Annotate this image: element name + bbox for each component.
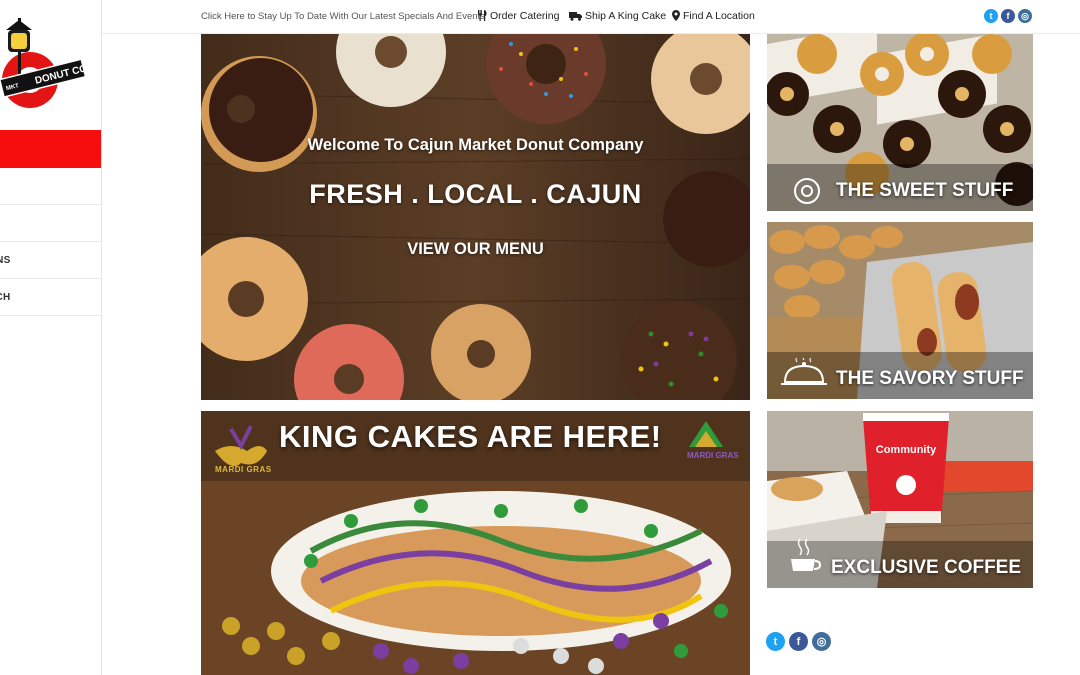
page: MKT DONUT CO. ONS RCH Click Here to Stay…	[0, 0, 1080, 675]
cloche-icon	[781, 358, 827, 385]
facebook-icon[interactable]: f	[1001, 9, 1015, 23]
order-catering-link[interactable]: Order Catering	[477, 10, 559, 22]
hero-banner[interactable]: Welcome To Cajun Market Donut Company FR…	[201, 34, 750, 400]
twitter-icon[interactable]: t	[984, 9, 998, 23]
coffee-cup-icon	[791, 538, 821, 571]
footer-social-links: t f ◎	[766, 632, 831, 651]
top-bar: Click Here to Stay Up To Date With Our L…	[102, 0, 1080, 34]
sweet-stuff-label: THE SWEET STUFF	[836, 180, 1014, 201]
brand-logo[interactable]: MKT DONUT CO.	[0, 8, 102, 118]
sweet-stuff-tile[interactable]: THE SWEET STUFF	[767, 34, 1033, 211]
newsletter-link[interactable]: Click Here to Stay Up To Date With Our L…	[201, 11, 485, 22]
map-pin-icon	[672, 10, 680, 21]
order-catering-label: Order Catering	[490, 10, 560, 22]
mardi-gras-badge-left: MARDI GRAS	[215, 465, 272, 474]
truck-icon	[569, 12, 582, 21]
ship-king-cake-label: Ship A King Cake	[585, 10, 667, 22]
active-nav-bar[interactable]	[0, 130, 101, 168]
twitter-icon[interactable]: t	[766, 632, 785, 651]
king-cakes-banner[interactable]: KING CAKES ARE HERE! MARDI GRAS MARDI GR…	[201, 411, 750, 675]
instagram-icon[interactable]: ◎	[812, 632, 831, 651]
sidebar-item-label: RCH	[0, 292, 11, 303]
sidebar-item-2[interactable]	[0, 205, 101, 242]
savory-stuff-label: THE SAVORY STUFF	[836, 368, 1024, 389]
header-social-links: t f ◎	[984, 9, 1032, 23]
hero-tagline: FRESH . LOCAL . CAJUN	[309, 179, 642, 209]
donut-icon	[794, 178, 820, 204]
sidebar-item-locations[interactable]: ONS	[0, 242, 101, 279]
coffee-cup-brand: Community	[876, 444, 937, 456]
savory-stuff-tile[interactable]: THE SAVORY STUFF	[767, 222, 1033, 399]
sidebar-item-label: ONS	[0, 255, 11, 266]
sidebar-item-1[interactable]	[0, 168, 101, 205]
ship-king-cake-link[interactable]: Ship A King Cake	[569, 10, 666, 22]
find-location-link[interactable]: Find A Location	[672, 10, 755, 22]
sidebar-item-merch[interactable]: RCH	[0, 279, 101, 316]
utensils-icon	[478, 10, 487, 21]
mardi-gras-badge-right: MARDI GRAS	[687, 451, 739, 460]
donuts-on-wood-image	[201, 34, 750, 400]
view-menu-link[interactable]: VIEW OUR MENU	[201, 240, 750, 259]
exclusive-coffee-tile[interactable]: Community EXCLUSIVE COFFEE	[767, 411, 1033, 588]
exclusive-coffee-label: EXCLUSIVE COFFEE	[831, 557, 1022, 578]
facebook-icon[interactable]: f	[789, 632, 808, 651]
find-location-label: Find A Location	[683, 10, 755, 22]
hero-welcome-text: Welcome To Cajun Market Donut Company	[307, 136, 644, 154]
instagram-icon[interactable]: ◎	[1018, 9, 1032, 23]
king-cakes-title: KING CAKES ARE HERE!	[279, 419, 662, 454]
sidebar: MKT DONUT CO. ONS RCH	[0, 0, 102, 675]
